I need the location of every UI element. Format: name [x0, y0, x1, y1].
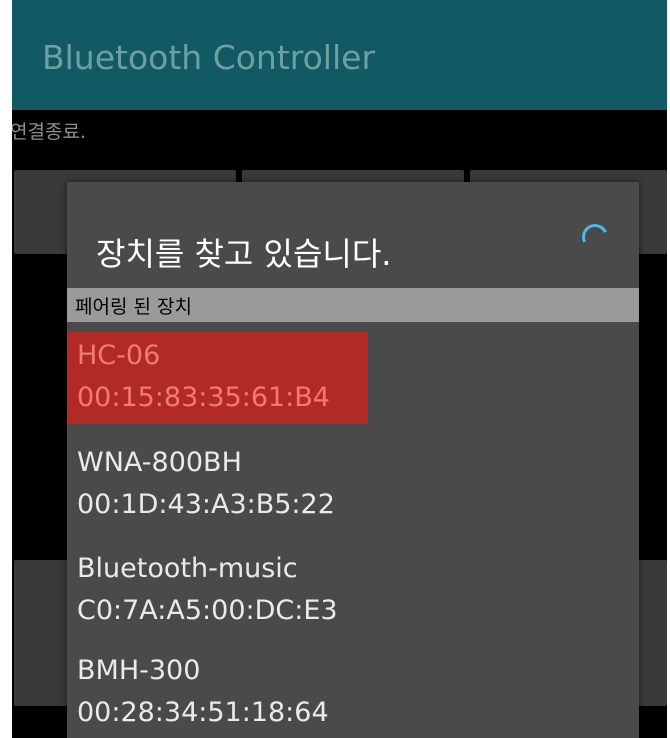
loading-spinner-icon — [578, 220, 612, 254]
device-address: 00:1D:43:A3:B5:22 — [77, 489, 335, 520]
section-label: 페어링 된 장치 — [75, 296, 192, 318]
action-bar: Bluetooth Controller — [12, 0, 667, 110]
device-item-bmh-300[interactable]: BMH-300 00:28:34:51:18:64 — [67, 647, 368, 738]
device-address: 00:15:83:35:61:B4 — [77, 382, 330, 413]
dialog-title: 장치를 찾고 있습니다. — [96, 235, 392, 273]
device-name: WNA-800BH — [77, 447, 242, 478]
app-screen: Bluetooth Controller 연결종료. 장치를 찾고 있습니다. … — [12, 0, 667, 738]
device-picker-dialog: 장치를 찾고 있습니다. 페어링 된 장치 HC-06 00:15:83:35:… — [67, 182, 639, 738]
connection-status-text: 연결종료. — [12, 121, 86, 143]
device-address: C0:7A:A5:00:DC:E3 — [77, 595, 338, 626]
paired-devices-header: 페어링 된 장치 — [67, 288, 639, 322]
device-name: Bluetooth-music — [77, 553, 298, 584]
device-name: BMH-300 — [77, 655, 201, 686]
app-title: Bluetooth Controller — [42, 38, 376, 77]
device-address: 00:28:34:51:18:64 — [77, 697, 329, 728]
device-item-hc-06[interactable]: HC-06 00:15:83:35:61:B4 — [67, 332, 368, 424]
device-item-bluetooth-music[interactable]: Bluetooth-music C0:7A:A5:00:DC:E3 — [67, 545, 368, 637]
background-button-4[interactable] — [14, 560, 74, 706]
device-name: HC-06 — [77, 340, 161, 371]
device-item-wna-800bh[interactable]: WNA-800BH 00:1D:43:A3:B5:22 — [67, 439, 368, 531]
